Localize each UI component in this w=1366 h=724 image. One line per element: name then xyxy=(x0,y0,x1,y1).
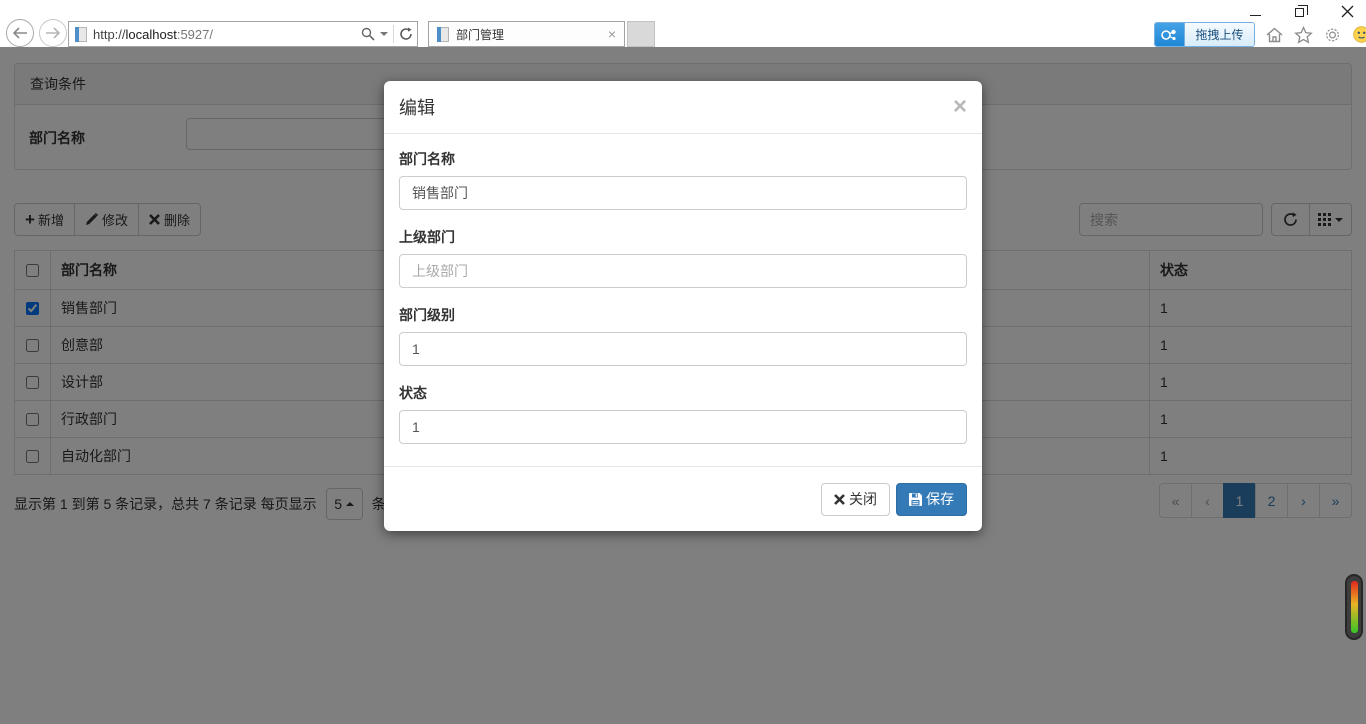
netdisk-logo-icon[interactable] xyxy=(1155,23,1184,46)
gauge-level-bar xyxy=(1350,581,1358,633)
window-controls xyxy=(1246,2,1356,20)
edit-modal: 编辑 × 部门名称 上级部门 部门级别 状态 xyxy=(384,81,982,531)
field-label-dept-name: 部门名称 xyxy=(399,151,455,167)
field-input-parent-dept[interactable] xyxy=(399,254,967,288)
back-arrow-icon xyxy=(12,27,28,39)
modal-header: 编辑 × xyxy=(384,81,982,134)
modal-title: 编辑 xyxy=(399,98,435,118)
restore-button[interactable] xyxy=(1292,3,1310,19)
new-tab-button[interactable] xyxy=(627,21,655,47)
field-input-status[interactable] xyxy=(399,410,967,444)
modal-body: 部门名称 上级部门 部门级别 状态 xyxy=(384,134,982,466)
browser-window: http://localhost:5927/ 部门管理 × 拖拽上传 搜索 编辑… xyxy=(0,0,1366,724)
field-label-dept-level: 部门级别 xyxy=(399,307,455,323)
performance-gauge-widget[interactable] xyxy=(1345,574,1363,640)
field-label-parent-dept: 上级部门 xyxy=(399,229,455,245)
minimize-button[interactable] xyxy=(1246,3,1264,19)
restore-icon xyxy=(1295,5,1308,17)
tab-department-management[interactable]: 部门管理 × xyxy=(428,21,625,47)
autocomplete-caret-icon[interactable] xyxy=(380,32,388,36)
settings-button[interactable] xyxy=(1322,25,1342,45)
close-window-icon xyxy=(1341,5,1354,18)
page-icon xyxy=(75,26,87,42)
tab-close-icon[interactable]: × xyxy=(608,26,616,42)
field-label-status: 状态 xyxy=(399,385,427,401)
feedback-button[interactable] xyxy=(1351,25,1366,45)
refresh-page-icon[interactable] xyxy=(399,27,413,41)
browser-extension-bar: 拖拽上传 xyxy=(1154,22,1366,47)
field-input-dept-level[interactable] xyxy=(399,332,967,366)
favorites-button[interactable] xyxy=(1293,25,1313,45)
address-bar-divider xyxy=(393,25,394,43)
field-input-dept-name[interactable] xyxy=(399,176,967,210)
drag-upload-widget[interactable]: 拖拽上传 xyxy=(1154,22,1255,47)
star-icon xyxy=(1293,25,1313,44)
floppy-icon xyxy=(909,492,922,506)
search-icon[interactable] xyxy=(361,27,375,41)
modal-close-icon[interactable]: × xyxy=(953,95,967,119)
smiley-icon xyxy=(1352,26,1366,43)
forward-button[interactable] xyxy=(39,19,67,47)
url-text[interactable]: http://localhost:5927/ xyxy=(93,27,361,42)
modal-footer: 关闭 保存 xyxy=(384,466,982,531)
tab-page-icon xyxy=(437,26,449,42)
drag-upload-button[interactable]: 拖拽上传 xyxy=(1184,23,1254,46)
forward-arrow-icon xyxy=(45,27,61,39)
tab-title: 部门管理 xyxy=(456,27,505,42)
home-button[interactable] xyxy=(1264,25,1284,45)
address-bar[interactable]: http://localhost:5927/ xyxy=(68,21,418,47)
close-window-button[interactable] xyxy=(1338,3,1356,19)
minimize-icon xyxy=(1249,14,1261,16)
modal-save-button[interactable]: 保存 xyxy=(896,482,967,516)
home-icon xyxy=(1265,26,1284,44)
back-button[interactable] xyxy=(6,19,34,47)
browser-chrome: http://localhost:5927/ 部门管理 × 拖拽上传 xyxy=(0,0,1366,47)
x-icon xyxy=(834,493,845,505)
modal-close-button[interactable]: 关闭 xyxy=(821,482,890,516)
gear-icon xyxy=(1323,26,1342,44)
